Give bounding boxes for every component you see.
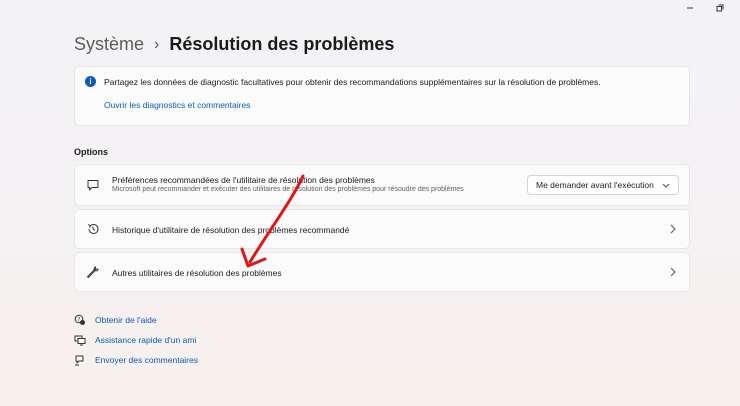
recommended-preferences-title: Préférences recommandées de l'utilitaire…: [112, 175, 375, 185]
minimize-button[interactable]: [684, 2, 696, 14]
other-troubleshooters-title: Autres utilitaires de résolution des pro…: [112, 268, 282, 278]
chat-bubble-icon: [86, 178, 100, 192]
options-section-label: Options: [74, 147, 108, 157]
dropdown-selected-value: Me demander avant l'exécution: [536, 180, 654, 190]
get-help-link-row[interactable]: ? Obtenir de l'aide: [74, 314, 198, 326]
feedback-icon: [74, 354, 86, 366]
troubleshooter-history-title: Historique d'utilitaire de résolution de…: [112, 225, 350, 235]
send-feedback-link[interactable]: Envoyer des commentaires: [95, 355, 198, 365]
quick-assist-link-row[interactable]: Assistance rapide d'un ami: [74, 334, 198, 346]
wrench-icon: [86, 265, 100, 279]
info-banner: i Partagez les données de diagnostic fac…: [74, 66, 690, 126]
info-icon: i: [85, 76, 96, 87]
help-icon: ?: [74, 314, 86, 326]
window-controls: [684, 2, 726, 14]
minimize-icon: [687, 7, 693, 9]
history-icon: [86, 222, 100, 236]
svg-text:?: ?: [78, 317, 81, 323]
restore-button[interactable]: [714, 2, 726, 14]
get-help-link[interactable]: Obtenir de l'aide: [95, 315, 157, 325]
chevron-right-icon: [670, 267, 676, 277]
open-diagnostics-link[interactable]: Ouvrir les diagnostics et commentaires: [104, 100, 250, 110]
breadcrumb-parent-systeme[interactable]: Système: [74, 34, 144, 55]
info-banner-text: Partagez les données de diagnostic facul…: [104, 77, 601, 87]
breadcrumb: Système › Résolution des problèmes: [74, 34, 394, 55]
quick-assist-link[interactable]: Assistance rapide d'un ami: [95, 335, 196, 345]
other-troubleshooters-row[interactable]: Autres utilitaires de résolution des pro…: [74, 252, 690, 292]
recommended-preferences-subtitle: Microsoft peut recommander et exécuter d…: [112, 186, 464, 193]
send-feedback-link-row[interactable]: Envoyer des commentaires: [74, 354, 198, 366]
troubleshooter-history-row[interactable]: Historique d'utilitaire de résolution de…: [74, 209, 690, 249]
page-title: Résolution des problèmes: [169, 34, 395, 54]
chevron-down-icon: [662, 183, 670, 188]
recommended-preferences-dropdown[interactable]: Me demander avant l'exécution: [527, 175, 679, 195]
footer-links: ? Obtenir de l'aide Assistance rapide d'…: [74, 314, 198, 374]
chevron-right-icon: [670, 224, 676, 234]
recommended-preferences-row: Préférences recommandées de l'utilitaire…: [74, 164, 690, 206]
restore-icon: [716, 4, 724, 12]
remote-assist-icon: [74, 334, 86, 346]
breadcrumb-separator: ›: [154, 35, 160, 53]
